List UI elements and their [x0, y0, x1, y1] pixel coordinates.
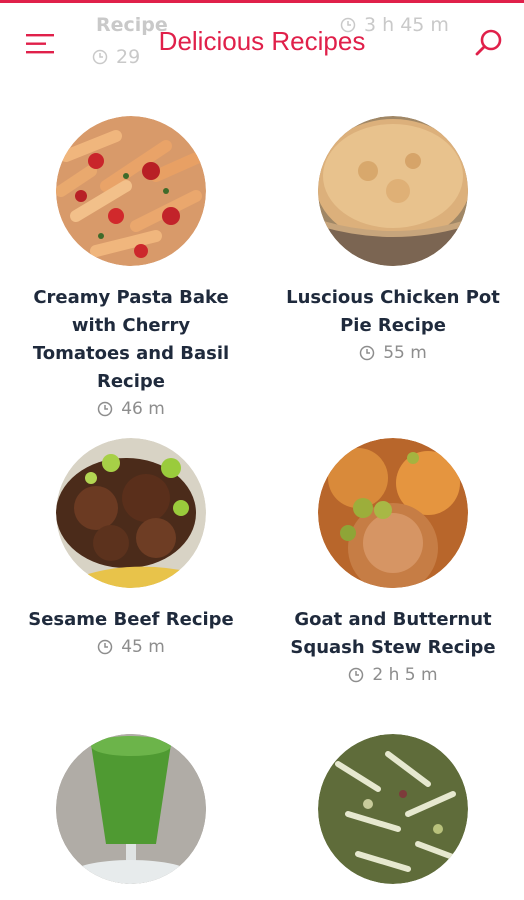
recipe-time: 46 m: [0, 396, 262, 422]
recipe-image-salad[interactable]: [318, 734, 468, 884]
recipe-time-value: 46 m: [121, 399, 165, 419]
recipe-image-pasta[interactable]: [56, 116, 206, 266]
recipe-card[interactable]: Luscious Chicken Pot Pie Recipe 55 m: [262, 116, 524, 366]
recipe-title[interactable]: Luscious Chicken Pot Pie Recipe: [283, 284, 503, 340]
top-accent-line: [0, 0, 524, 3]
clock-icon: [97, 639, 113, 655]
recipe-card[interactable]: Sesame Beef Recipe 45 m: [0, 438, 262, 660]
recipe-image-beef[interactable]: [56, 438, 206, 588]
recipe-card[interactable]: [0, 734, 262, 884]
recipe-image-green-drink[interactable]: [56, 734, 206, 884]
recipe-time-value: 45 m: [121, 637, 165, 657]
recipe-card[interactable]: Goat and Butternut Squash Stew Recipe 2 …: [262, 438, 524, 688]
app-header: Recipe 29 3 h 45 m Delicious Recipes: [0, 0, 524, 88]
recipe-image-stew[interactable]: [318, 438, 468, 588]
recipe-title[interactable]: Goat and Butternut Squash Stew Recipe: [283, 606, 503, 662]
recipe-time: 45 m: [0, 634, 262, 660]
recipe-image-pie[interactable]: [318, 116, 468, 266]
recipe-time: 2 h 5 m: [262, 662, 524, 688]
clock-icon: [97, 401, 113, 417]
recipe-title[interactable]: Sesame Beef Recipe: [21, 606, 241, 634]
recipe-time-value: 55 m: [383, 343, 427, 363]
recipe-time: 55 m: [262, 340, 524, 366]
clock-icon: [359, 345, 375, 361]
recipe-card[interactable]: [262, 734, 524, 884]
recipe-card[interactable]: Creamy Pasta Bake with Cherry Tomatoes a…: [0, 116, 262, 422]
search-icon[interactable]: [474, 28, 504, 58]
recipe-time-value: 2 h 5 m: [372, 665, 438, 685]
hamburger-menu-icon[interactable]: [26, 33, 54, 55]
recipe-title[interactable]: Creamy Pasta Bake with Cherry Tomatoes a…: [21, 284, 241, 396]
clock-icon: [349, 667, 364, 683]
app-title: Delicious Recipes: [158, 26, 366, 56]
recipe-grid: Creamy Pasta Bake with Cherry Tomatoes a…: [0, 0, 524, 900]
